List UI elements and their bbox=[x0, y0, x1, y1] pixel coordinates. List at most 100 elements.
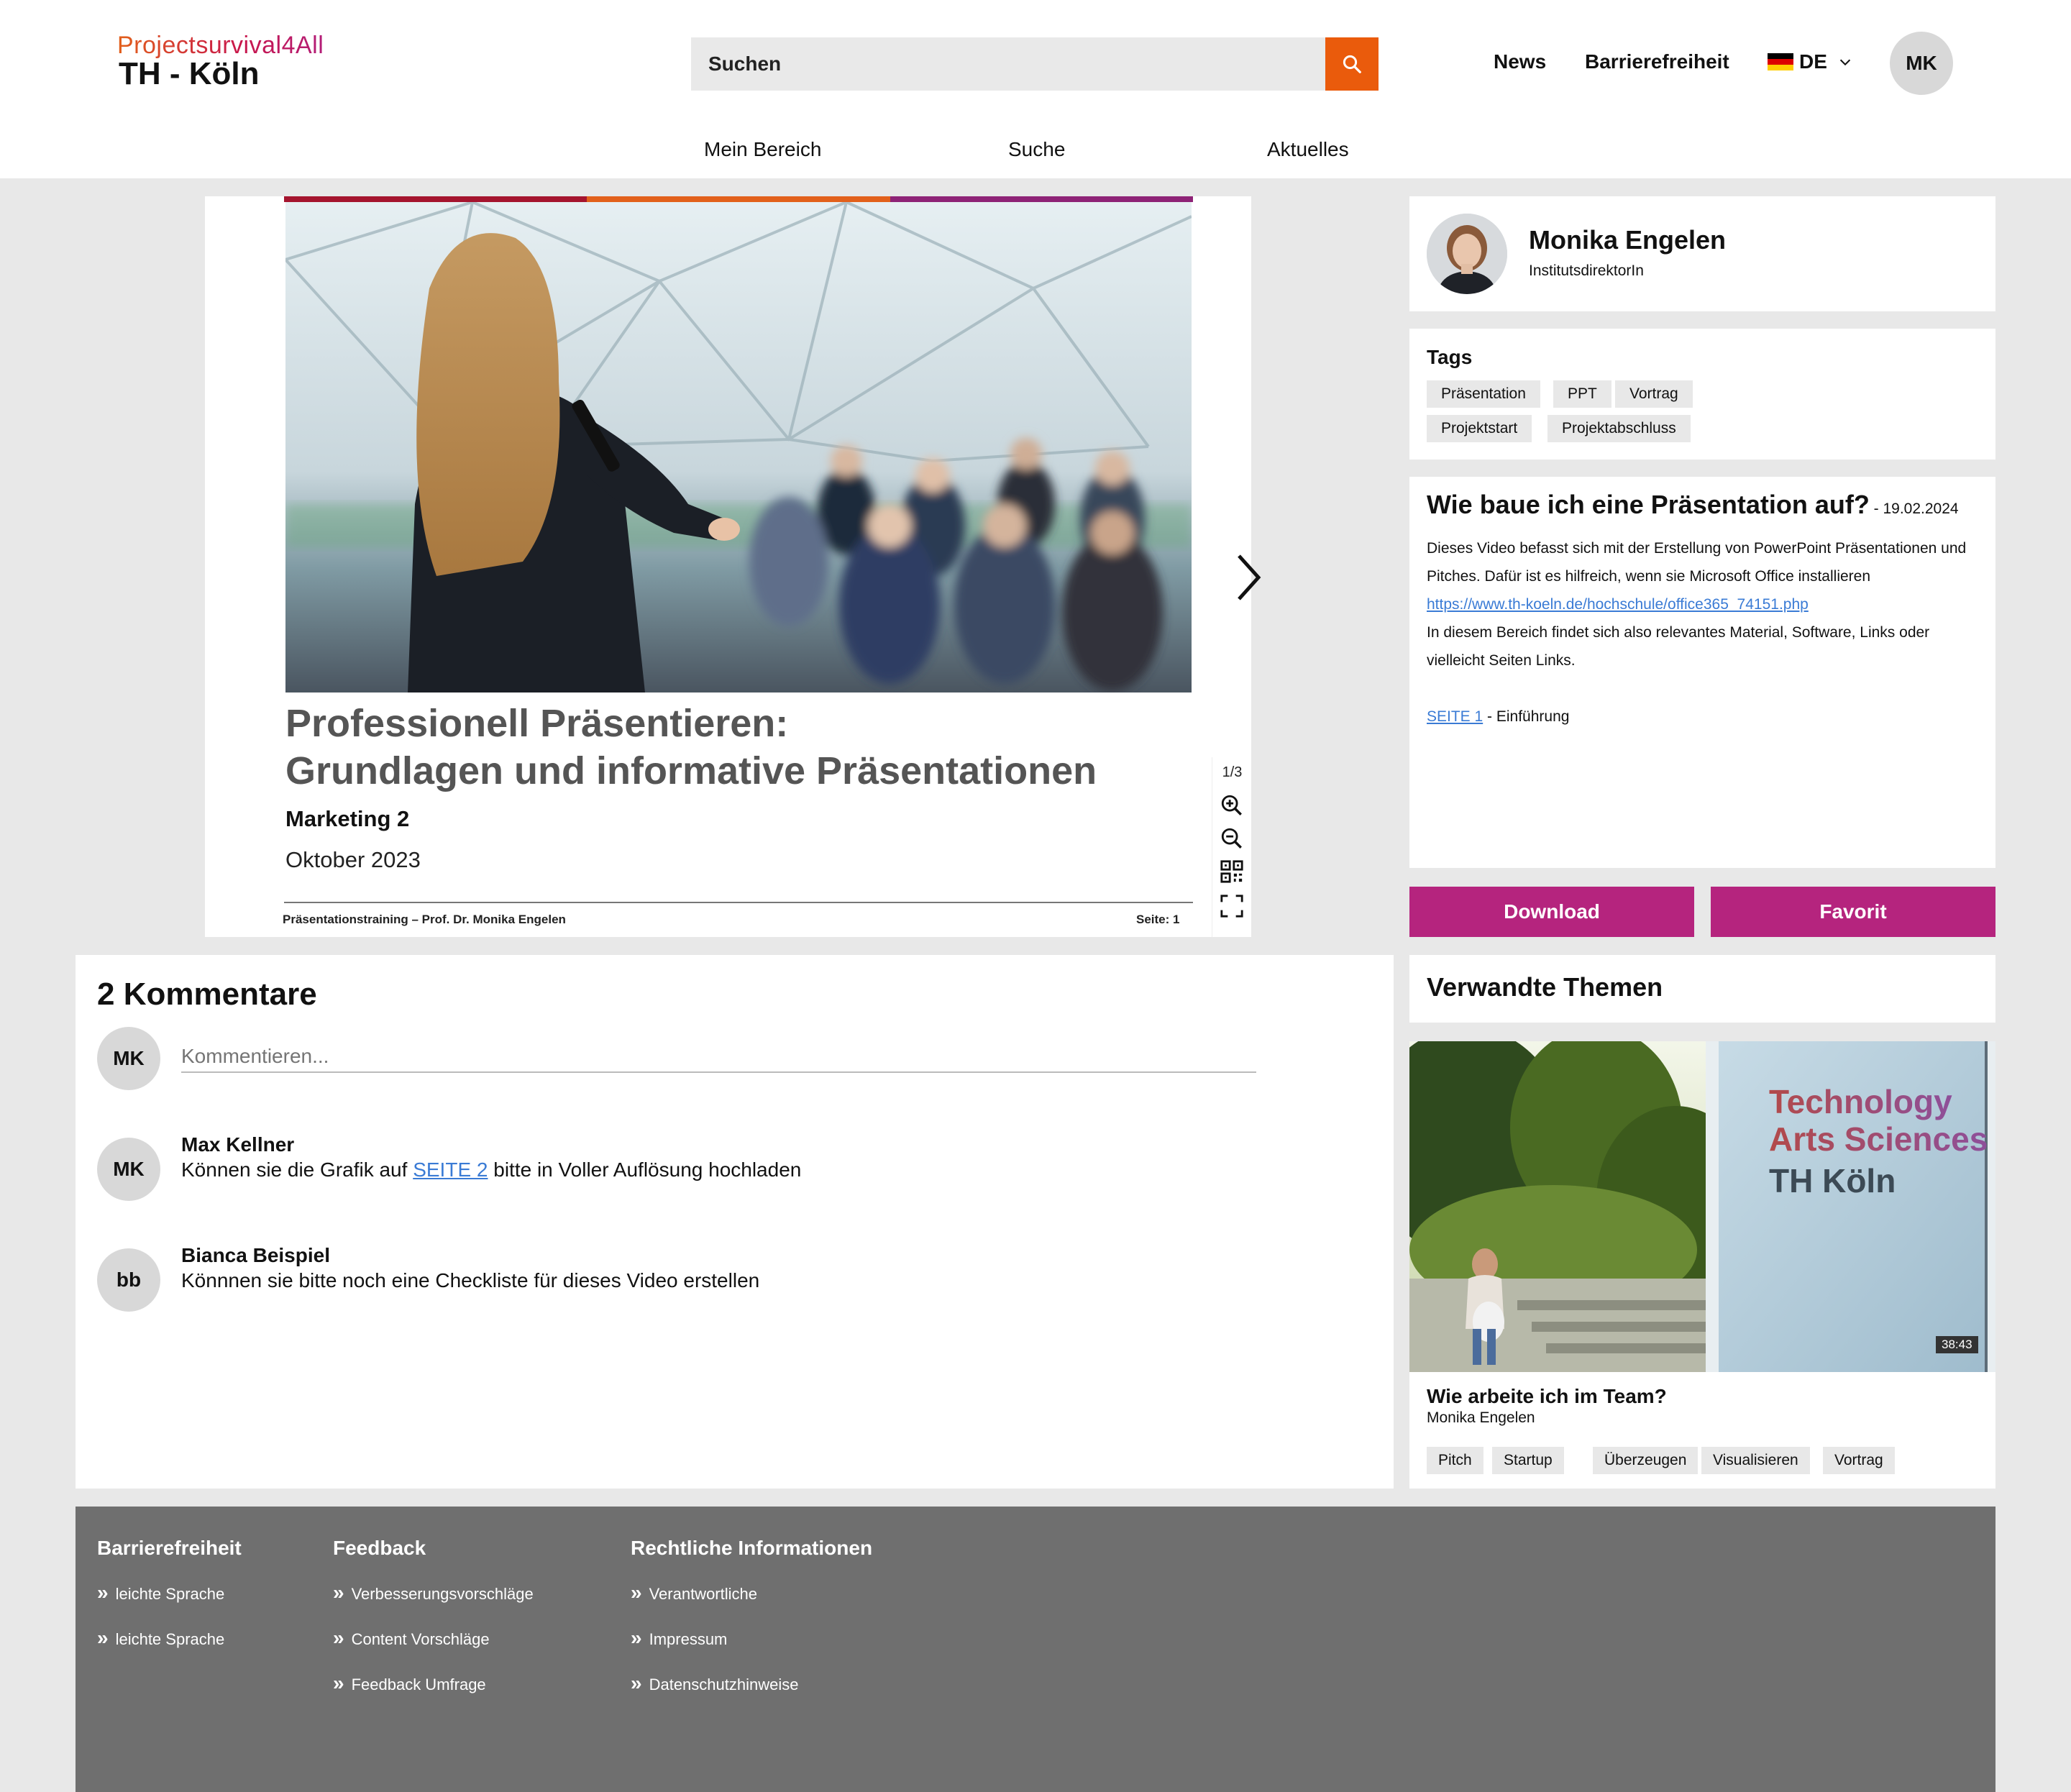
comments-section: 2 Kommentare MK MK Max Kellner Können si… bbox=[76, 955, 1394, 1489]
thumbnail-text-th-koeln: TH Köln bbox=[1769, 1162, 1896, 1199]
slide-page: Professionell Präsentieren: Grundlagen u… bbox=[283, 196, 1193, 937]
slide-footer-rule bbox=[284, 902, 1193, 903]
tag-chip[interactable]: Vortrag bbox=[1823, 1447, 1895, 1474]
page-2-link[interactable]: SEITE 2 bbox=[413, 1158, 488, 1181]
tag-chip[interactable]: Pitch bbox=[1427, 1447, 1483, 1474]
german-flag-icon bbox=[1768, 53, 1793, 70]
slide-viewer: Professionell Präsentieren: Grundlagen u… bbox=[205, 196, 1261, 937]
favorite-button[interactable]: Favorit bbox=[1711, 887, 1995, 937]
comment-author[interactable]: Max Kellner bbox=[181, 1133, 294, 1156]
site-footer: Barrierefreiheit leichte Sprache leichte… bbox=[76, 1507, 1995, 1792]
footer-feedback-title: Feedback bbox=[333, 1537, 426, 1559]
fullscreen-icon[interactable] bbox=[1220, 894, 1244, 918]
search-placeholder: Suchen bbox=[708, 52, 782, 75]
author-name[interactable]: Monika Engelen bbox=[1529, 225, 1726, 255]
related-video-author: Monika Engelen bbox=[1427, 1409, 1535, 1426]
office-link[interactable]: https://www.th-koeln.de/hochschule/offic… bbox=[1427, 596, 1809, 613]
accessibility-link[interactable]: Barrierefreiheit bbox=[1585, 50, 1729, 73]
nav-aktuelles[interactable]: Aktuelles bbox=[1267, 138, 1349, 161]
user-avatar[interactable]: MK bbox=[1890, 32, 1953, 95]
viewer-toolbar: 1/3 bbox=[1212, 757, 1251, 937]
slide-photo bbox=[285, 202, 1192, 692]
comment-input[interactable] bbox=[181, 1041, 1256, 1073]
footer-accessibility-title: Barrierefreiheit bbox=[97, 1537, 242, 1559]
slide-title: Professionell Präsentieren: Grundlagen u… bbox=[285, 700, 1097, 795]
slide-title-line2: Grundlagen und informative Präsentatione… bbox=[285, 749, 1097, 792]
tag-chip[interactable]: Überzeugen bbox=[1593, 1447, 1699, 1474]
footer-link[interactable]: Verantwortliche bbox=[631, 1581, 757, 1604]
footer-link[interactable]: leichte Sprache bbox=[97, 1581, 225, 1604]
tags-card: Tags Präsentation PPT Vortrag Projektsta… bbox=[1409, 329, 1995, 460]
news-link[interactable]: News bbox=[1494, 50, 1546, 73]
page-indicator: 1/3 bbox=[1222, 764, 1243, 780]
nav-mein-bereich[interactable]: Mein Bereich bbox=[704, 138, 821, 161]
next-slide-arrow-icon[interactable] bbox=[1226, 545, 1269, 610]
slide-bar-red bbox=[284, 196, 588, 202]
author-photo bbox=[1427, 214, 1507, 294]
site-header: Projectsurvival4All TH - Köln Suchen New… bbox=[0, 0, 2071, 178]
tags-title: Tags bbox=[1427, 346, 1473, 368]
page-1-label: - Einführung bbox=[1483, 708, 1570, 725]
footer-link[interactable]: Datenschutzhinweise bbox=[631, 1672, 799, 1695]
description-card: Wie baue ich eine Präsentation auf? - 19… bbox=[1409, 477, 1995, 868]
author-card: Monika Engelen InstitutsdirektorIn bbox=[1409, 196, 1995, 311]
tag-chip[interactable]: Präsentation bbox=[1427, 380, 1540, 408]
description-title-text: Wie baue ich eine Präsentation auf? bbox=[1427, 490, 1870, 519]
description-date: - 19.02.2024 bbox=[1869, 500, 1959, 517]
author-role: InstitutsdirektorIn bbox=[1529, 262, 1644, 279]
comment-text-before: Können sie die Grafik auf bbox=[181, 1158, 413, 1181]
tag-chip[interactable]: Startup bbox=[1492, 1447, 1564, 1474]
comment-user-avatar: MK bbox=[97, 1027, 160, 1090]
description-paragraph-1: Dieses Video befasst sich mit der Erstel… bbox=[1427, 540, 1967, 585]
footer-link[interactable]: Impressum bbox=[631, 1627, 728, 1650]
related-video-thumbnail[interactable]: Technology Arts Sciences TH Köln bbox=[1409, 1041, 1995, 1372]
footer-link[interactable]: leichte Sprache bbox=[97, 1627, 225, 1650]
comment-author[interactable]: Bianca Beispiel bbox=[181, 1244, 330, 1267]
language-selector[interactable]: DE bbox=[1768, 50, 1853, 73]
thumbnail-text-technology: Technology bbox=[1769, 1083, 1952, 1120]
description-title: Wie baue ich eine Präsentation auf? - 19… bbox=[1427, 490, 1959, 520]
comment-text: Können sie die Grafik auf SEITE 2 bitte … bbox=[181, 1158, 801, 1181]
slide-title-line1: Professionell Präsentieren: bbox=[285, 702, 789, 745]
download-button[interactable]: Download bbox=[1409, 887, 1694, 937]
slide-bar-orange bbox=[587, 196, 890, 202]
thumbnail-text-arts: Arts Sciences bbox=[1769, 1120, 1988, 1158]
nav-suche[interactable]: Suche bbox=[1008, 138, 1065, 161]
footer-legal-title: Rechtliche Informationen bbox=[631, 1537, 873, 1559]
slide-date: Oktober 2023 bbox=[285, 847, 421, 872]
page-1-link[interactable]: SEITE 1 bbox=[1427, 708, 1483, 725]
tag-chip[interactable]: PPT bbox=[1553, 380, 1611, 408]
language-label: DE bbox=[1799, 50, 1827, 73]
slide-footer-left: Präsentationstraining – Prof. Dr. Monika… bbox=[283, 913, 566, 926]
tag-chip[interactable]: Projektabschluss bbox=[1547, 415, 1691, 442]
chevron-down-icon bbox=[1839, 59, 1851, 66]
slide-subtitle: Marketing 2 bbox=[285, 806, 410, 831]
search-icon bbox=[1343, 55, 1361, 73]
comment-avatar: MK bbox=[97, 1138, 160, 1201]
tag-chip[interactable]: Visualisieren bbox=[1701, 1447, 1810, 1474]
search-input[interactable]: Suchen bbox=[691, 37, 1325, 91]
slide-bar-purple bbox=[890, 196, 1193, 202]
video-duration-badge: 38:43 bbox=[1936, 1336, 1978, 1353]
comment-avatar: bb bbox=[97, 1248, 160, 1312]
footer-link[interactable]: Content Vorschläge bbox=[333, 1627, 490, 1650]
tag-chip[interactable]: Vortrag bbox=[1615, 380, 1693, 408]
related-topics-title: Verwandte Themen bbox=[1427, 972, 1663, 1002]
related-topics-header: Verwandte Themen bbox=[1409, 955, 1995, 1023]
related-video-title[interactable]: Wie arbeite ich im Team? bbox=[1427, 1385, 1667, 1408]
logo-bottom-text[interactable]: TH - Köln bbox=[119, 56, 260, 92]
footer-link[interactable]: Feedback Umfrage bbox=[333, 1672, 486, 1695]
zoom-in-icon[interactable] bbox=[1220, 793, 1244, 818]
tag-chip[interactable]: Projektstart bbox=[1427, 415, 1532, 442]
description-text: Dieses Video befasst sich mit der Erstel… bbox=[1427, 534, 1980, 731]
related-video-card[interactable]: Technology Arts Sciences TH Köln 38:43 W… bbox=[1409, 1041, 1995, 1489]
description-paragraph-2: In diesem Bereich findet sich also relev… bbox=[1427, 624, 1930, 669]
zoom-out-icon[interactable] bbox=[1220, 826, 1244, 851]
presentation-photo-illustration bbox=[285, 202, 1192, 692]
slide-color-bar bbox=[284, 196, 1193, 202]
footer-link[interactable]: Verbesserungsvorschläge bbox=[333, 1581, 534, 1604]
qr-code-icon[interactable] bbox=[1220, 859, 1244, 884]
comment-text-after: bitte in Voller Auflösung hochladen bbox=[488, 1158, 802, 1181]
slide-footer-right: Seite: 1 bbox=[1136, 913, 1180, 926]
search-button[interactable] bbox=[1325, 37, 1379, 91]
